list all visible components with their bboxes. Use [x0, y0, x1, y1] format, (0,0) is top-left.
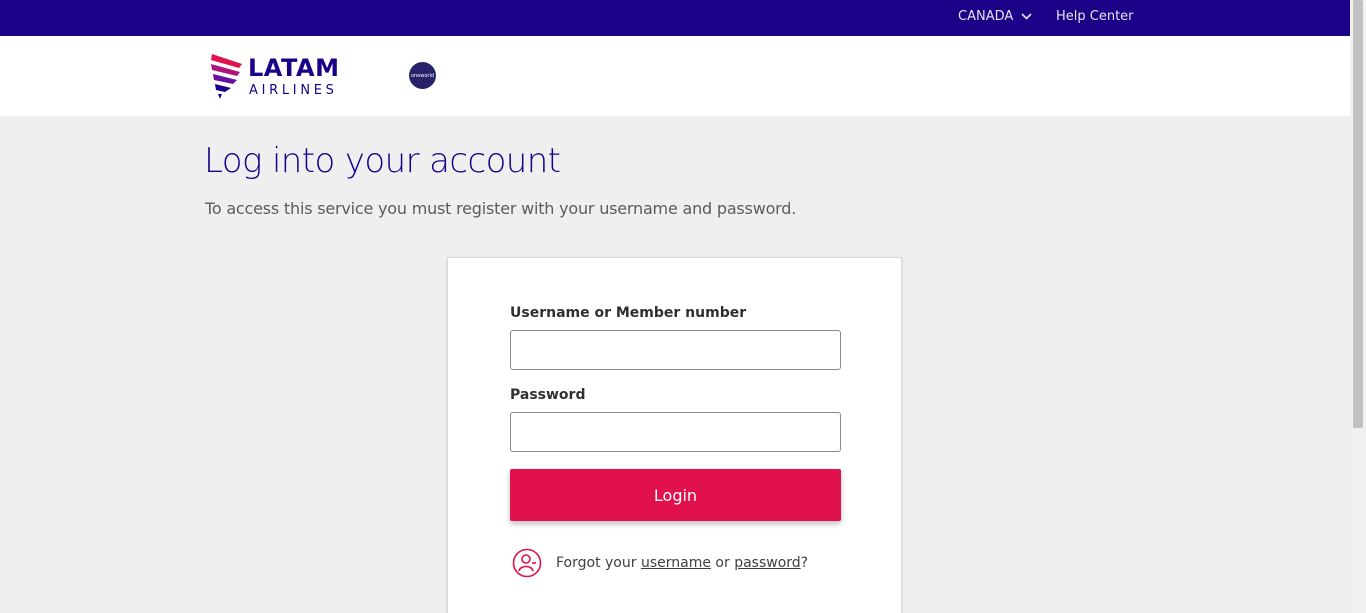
forgot-suffix: ? [800, 555, 809, 571]
forgot-prefix: Forgot your [556, 555, 641, 571]
country-label: CANADA [958, 9, 1014, 24]
forgot-or: or [710, 555, 735, 571]
password-label: Password [510, 387, 586, 403]
username-label: Username or Member number [510, 305, 747, 321]
login-card: Username or Member number Password Login… [447, 257, 902, 613]
header: LATAM AIRLINES oneworld [0, 36, 1350, 116]
page-subtitle: To access this service you must register… [205, 199, 797, 218]
password-input[interactable] [510, 412, 841, 452]
scrollbar[interactable] [1350, 0, 1366, 613]
top-bar: CANADA Help Center [0, 0, 1350, 36]
help-center-link[interactable]: Help Center [1056, 9, 1134, 24]
forgot-credentials: Forgot your username or password? [512, 548, 808, 578]
login-button[interactable]: Login [510, 469, 841, 521]
oneworld-logo: oneworld [409, 62, 436, 89]
latam-logo[interactable]: LATAM AIRLINES [209, 50, 369, 102]
page-title: Log into your account [204, 141, 561, 181]
scrollbar-thumb[interactable] [1353, 0, 1363, 428]
forgot-text: Forgot your username or password? [556, 555, 808, 571]
forgot-password-link[interactable]: password [734, 555, 800, 571]
forgot-username-link[interactable]: username [641, 555, 711, 571]
latam-logo-icon [211, 54, 242, 99]
user-help-icon [512, 548, 542, 578]
logo-subtitle: AIRLINES [249, 83, 338, 98]
username-input[interactable] [510, 330, 841, 370]
chevron-down-icon [1021, 13, 1032, 20]
oneworld-label: oneworld [410, 72, 435, 79]
country-selector[interactable]: CANADA [958, 9, 1032, 24]
logo-wordmark: LATAM [248, 54, 340, 82]
